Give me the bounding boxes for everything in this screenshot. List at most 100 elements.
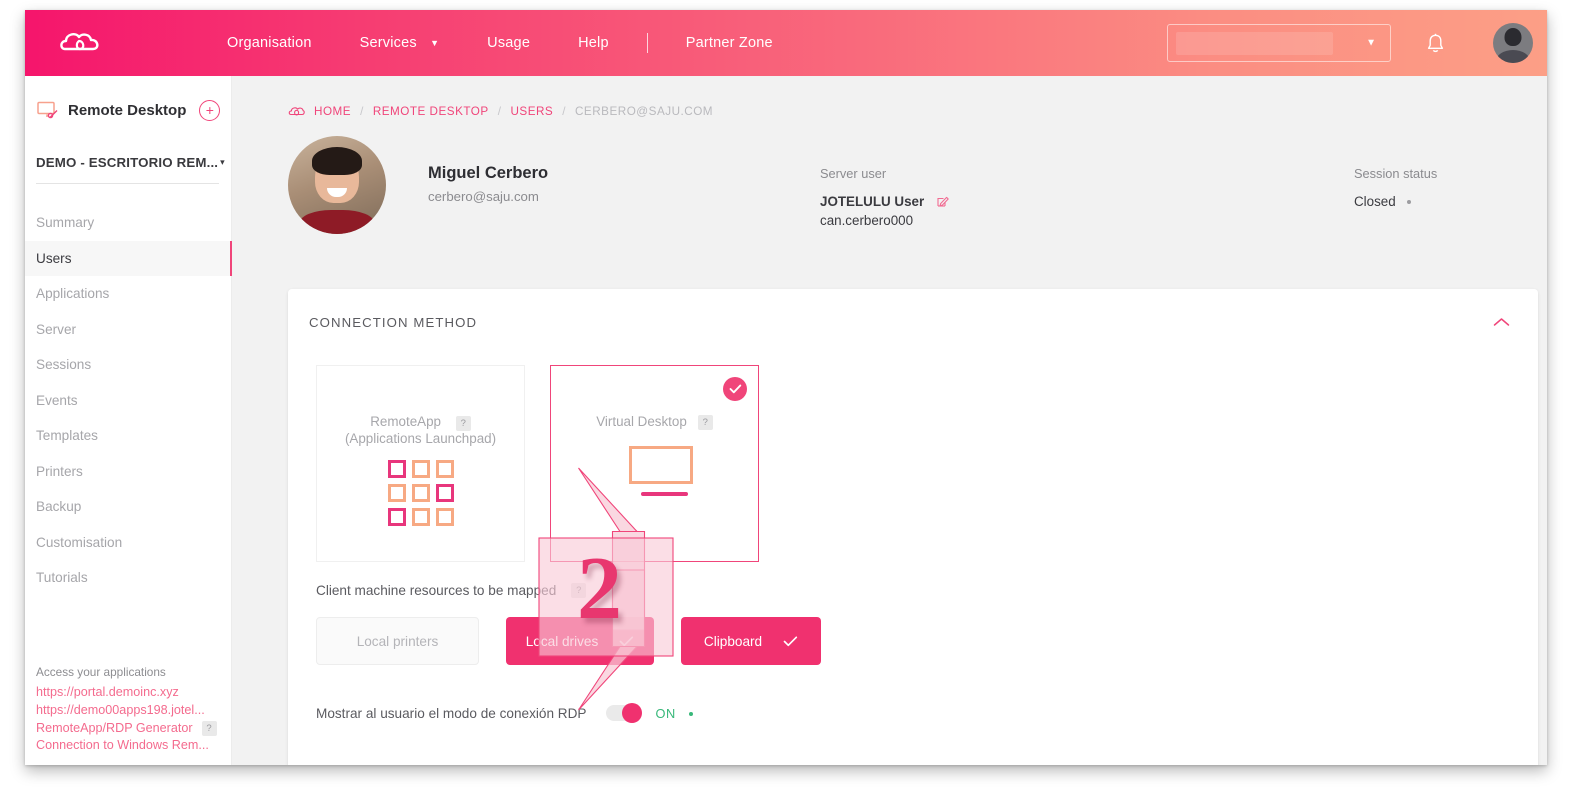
cloud-home-icon[interactable] — [288, 106, 305, 117]
nav-label: Organisation — [227, 35, 312, 51]
chip-label: Local printers — [356, 633, 439, 649]
sidebar-item-summary[interactable]: Summary — [25, 205, 231, 241]
sidebar-service-title: Remote Desktop — [68, 101, 187, 119]
nav-divider — [646, 33, 648, 53]
breadcrumb: HOME / REMOTE DESKTOP / USERS / CERBERO@… — [232, 76, 1547, 118]
status-badge: Closed — [1354, 193, 1437, 212]
sidebar-item-applications[interactable]: Applications — [25, 276, 231, 312]
monitor-base — [640, 492, 688, 496]
grid-cell — [435, 484, 454, 502]
sidebar-item-label: Events — [36, 392, 78, 408]
avatar-body — [300, 210, 374, 234]
topbar-right-controls: ▼ — [1167, 10, 1533, 76]
sidebar-app-links: Access your applications https://portal.… — [36, 665, 232, 755]
sidebar-item-label: Users — [36, 250, 72, 266]
nav-label: Help — [578, 35, 609, 51]
sidebar-item-label: Sessions — [36, 357, 92, 373]
breadcrumb-remote-desktop[interactable]: REMOTE DESKTOP — [373, 105, 489, 118]
sidebar-item-label: Printers — [36, 463, 83, 479]
method-card-label: RemoteApp ? (Applications Launchpad) — [345, 414, 496, 447]
sidebar: Remote Desktop + DEMO - ESCRITORIO REM..… — [25, 76, 232, 765]
organisation-select[interactable]: ▼ — [1167, 24, 1391, 62]
chip-local-printers[interactable]: Local printers — [316, 617, 479, 665]
sidebar-item-customisation[interactable]: Customisation — [25, 525, 231, 561]
rdp-mode-toggle[interactable] — [605, 703, 642, 723]
mapped-resources-label: Client machine resources to be mapped — [316, 583, 557, 598]
sidebar-item-backup[interactable]: Backup — [25, 489, 231, 525]
help-icon[interactable]: ? — [201, 720, 217, 736]
sidebar-divider — [36, 183, 219, 184]
help-icon[interactable]: ? — [697, 415, 713, 430]
sidebar-item-templates[interactable]: Templates — [25, 418, 231, 454]
nav-item-services[interactable]: Services ▼ — [336, 35, 464, 51]
add-service-button[interactable]: + — [199, 99, 221, 121]
sidebar-item-users[interactable]: Users — [25, 240, 232, 276]
jotelulu-cloud-logo[interactable] — [43, 29, 121, 57]
screenshot-root: Organisation Services ▼ Usage Help Partn… — [0, 0, 1573, 793]
avatar-body — [1496, 50, 1530, 63]
sidebar-item-label: Applications — [36, 286, 110, 302]
project-selector[interactable]: DEMO - ESCRITORIO REM... ▾ — [36, 155, 231, 170]
breadcrumb-separator: / — [497, 105, 502, 118]
sidebar-item-server[interactable]: Server — [25, 312, 231, 348]
chip-label: Clipboard — [703, 633, 763, 649]
method-label-line1: Virtual Desktop — [596, 414, 687, 429]
grid-cell — [411, 460, 430, 478]
nav-label: Partner Zone — [685, 35, 773, 51]
chevron-up-icon[interactable] — [1493, 317, 1510, 327]
user-header: Miguel Cerbero cerbero@saju.com Server u… — [288, 136, 1547, 251]
sidebar-item-label: Tutorials — [36, 570, 88, 586]
server-user-value: JOTELULU User — [820, 194, 925, 209]
sidebar-item-tutorials[interactable]: Tutorials — [25, 560, 231, 596]
breadcrumb-current-user: CERBERO@SAJU.COM — [574, 105, 714, 118]
nav-item-usage[interactable]: Usage — [463, 35, 554, 51]
nav-item-help[interactable]: Help — [554, 35, 633, 51]
app-link-portal[interactable]: https://portal.demoinc.xyz — [36, 684, 232, 702]
sidebar-item-sessions[interactable]: Sessions — [25, 347, 231, 383]
status-dot-icon — [1406, 199, 1412, 204]
sidebar-service-header: Remote Desktop + — [25, 76, 231, 126]
session-status-value: Closed — [1354, 194, 1396, 209]
method-label-line1: RemoteApp — [370, 414, 441, 429]
help-icon[interactable]: ? — [571, 583, 587, 598]
chip-local-drives[interactable]: Local drives — [506, 617, 654, 665]
breadcrumb-home[interactable]: HOME — [314, 105, 351, 118]
sidebar-item-events[interactable]: Events — [25, 383, 231, 419]
grid-cell — [435, 508, 454, 526]
nav-item-partner-zone[interactable]: Partner Zone — [662, 35, 797, 51]
sidebar-item-printers[interactable]: Printers — [25, 454, 231, 490]
server-user-column: Server user JOTELULU User can.cerbero000 — [820, 166, 950, 230]
sidebar-links-title: Access your applications — [36, 665, 166, 679]
method-card-virtual-desktop[interactable]: Virtual Desktop ? — [550, 365, 759, 562]
app-window: Organisation Services ▼ Usage Help Partn… — [25, 10, 1547, 765]
chip-label: Local drives — [525, 633, 599, 649]
chip-clipboard[interactable]: Clipboard — [681, 617, 821, 665]
method-card-remoteapp[interactable]: RemoteApp ? (Applications Launchpad) — [316, 365, 525, 562]
app-link-windows-connection[interactable]: Connection to Windows Rem... — [36, 737, 232, 755]
breadcrumb-separator: / — [562, 105, 566, 118]
session-status-column: Session status Closed — [1354, 166, 1437, 212]
app-link-rdp-generator[interactable]: RemoteApp/RDP Generator — [36, 720, 193, 738]
panel-header[interactable]: CONNECTION METHOD — [288, 289, 1538, 355]
server-user-label: Server user — [820, 166, 887, 181]
grid-cell — [435, 460, 454, 478]
user-email: cerbero@saju.com — [428, 189, 539, 204]
edit-pencil-icon[interactable] — [936, 195, 950, 210]
mapped-resources-header: Client machine resources to be mapped ? — [316, 583, 1538, 598]
app-link-demoapps[interactable]: https://demo00apps198.jotel... — [36, 702, 232, 720]
user-avatar[interactable] — [1493, 23, 1533, 63]
sidebar-item-label: Backup — [36, 499, 82, 515]
breadcrumb-users[interactable]: USERS — [510, 105, 553, 118]
nav-item-organisation[interactable]: Organisation — [203, 35, 336, 51]
session-status-label: Session status — [1354, 166, 1438, 181]
rdp-mode-toggle-label: Mostrar al usuario el modo de conexión R… — [316, 705, 587, 721]
apps-grid-icon — [387, 460, 454, 526]
nav-label: Usage — [487, 35, 531, 51]
toggle-knob — [621, 703, 642, 723]
chevron-down-icon: ▼ — [430, 38, 440, 49]
check-icon — [783, 635, 798, 647]
bell-icon[interactable] — [1415, 23, 1455, 63]
help-icon[interactable]: ? — [455, 416, 471, 431]
sidebar-item-label: Templates — [36, 428, 98, 444]
avatar-head — [1504, 28, 1522, 46]
